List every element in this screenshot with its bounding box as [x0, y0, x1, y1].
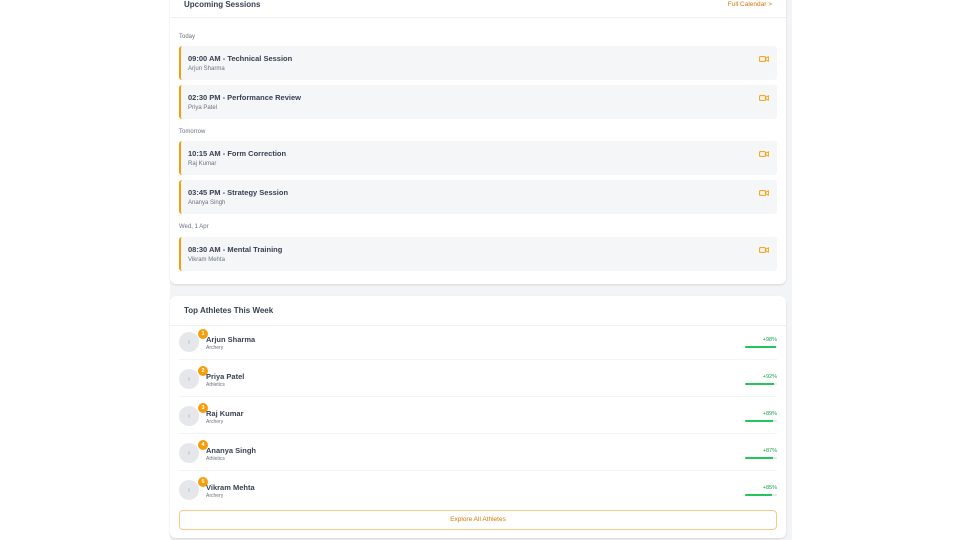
session-athlete: Vikram Mehta — [188, 257, 225, 263]
progress-fill — [745, 494, 773, 496]
athlete-name: Arjun Sharma — [206, 335, 256, 344]
athlete-score: +87% — [762, 448, 777, 454]
progress-track — [745, 494, 777, 496]
athlete-name: Raj Kumar — [206, 409, 244, 418]
progress-track — [745, 420, 777, 422]
sessions-card-title: Upcoming Sessions — [184, 0, 261, 9]
avatar-placeholder-icon — [188, 377, 190, 381]
session-group-label: Wed, 1 Apr — [179, 224, 209, 230]
session-item[interactable]: 03:45 PM - Strategy Session Ananya Singh — [179, 180, 777, 214]
progress-fill — [745, 457, 773, 459]
progress-fill — [745, 346, 777, 348]
athlete-name: Ananya Singh — [206, 446, 257, 455]
page: Upcoming Sessions Full Calendar > Today … — [0, 0, 960, 540]
session-title: 03:45 PM - Strategy Session — [188, 188, 289, 197]
avatar — [179, 369, 199, 389]
athlete-row[interactable]: 3 Raj Kumar Archery +89% — [179, 397, 777, 434]
full-calendar-link[interactable]: Full Calendar > — [728, 0, 772, 10]
athlete-sport: Athletics — [206, 382, 225, 388]
upcoming-sessions-card: Upcoming Sessions Full Calendar > Today … — [170, 0, 786, 284]
progress-track — [745, 457, 777, 459]
session-athlete: Arjun Sharma — [188, 66, 225, 72]
session-item[interactable]: 02:30 PM - Performance Review Priya Pate… — [179, 85, 777, 119]
avatar-placeholder-icon — [188, 414, 190, 418]
avatar-placeholder-icon — [188, 451, 190, 455]
avatar — [179, 332, 199, 352]
session-title: 10:15 AM - Form Correction — [188, 149, 287, 158]
session-athlete: Raj Kumar — [188, 161, 217, 167]
athlete-row[interactable]: 5 Vikram Mehta Archery +85% — [179, 471, 777, 508]
athlete-row[interactable]: 4 Ananya Singh Athletics +87% — [179, 434, 777, 471]
session-title: 08:30 AM - Mental Training — [188, 245, 283, 254]
avatar — [179, 406, 199, 426]
athlete-name: Priya Patel — [206, 372, 245, 381]
video-icon[interactable] — [759, 189, 769, 197]
athlete-score: +92% — [762, 374, 777, 380]
athlete-row[interactable]: 2 Priya Patel Athletics +92% — [179, 360, 777, 397]
athlete-name: Vikram Mehta — [206, 483, 255, 492]
athletes-card-title: Top Athletes This Week — [184, 306, 274, 315]
avatar-placeholder-icon — [188, 488, 190, 492]
session-title: 09:00 AM - Technical Session — [188, 54, 293, 63]
avatar — [179, 443, 199, 463]
session-item[interactable]: 10:15 AM - Form Correction Raj Kumar — [179, 141, 777, 175]
progress-fill — [745, 383, 775, 385]
session-group-label: Tomorrow — [179, 129, 206, 135]
video-icon[interactable] — [759, 55, 769, 63]
dashboard-column: Upcoming Sessions Full Calendar > Today … — [170, 0, 792, 540]
athlete-score: +85% — [762, 485, 777, 491]
athlete-sport: Athletics — [206, 456, 225, 462]
sessions-card-header: Upcoming Sessions Full Calendar > — [170, 0, 786, 18]
athlete-sport: Archery — [206, 493, 224, 499]
session-item[interactable]: 09:00 AM - Technical Session Arjun Sharm… — [179, 46, 777, 80]
progress-track — [745, 346, 777, 348]
session-title: 02:30 PM - Performance Review — [188, 93, 301, 102]
video-icon[interactable] — [759, 150, 769, 158]
athlete-score: +89% — [762, 411, 777, 417]
athletes-card-header: Top Athletes This Week — [170, 296, 786, 326]
athlete-score: +98% — [762, 337, 777, 343]
session-athlete: Priya Patel — [188, 105, 218, 111]
session-group-label: Today — [179, 34, 196, 40]
progress-fill — [745, 420, 774, 422]
athlete-row[interactable]: 1 Arjun Sharma Archery +98% — [179, 323, 777, 360]
session-item[interactable]: 08:30 AM - Mental Training Vikram Mehta — [179, 237, 777, 271]
progress-track — [745, 383, 777, 385]
video-icon[interactable] — [759, 246, 769, 254]
video-icon[interactable] — [759, 94, 769, 102]
session-athlete: Ananya Singh — [188, 200, 226, 206]
top-athletes-card: Top Athletes This Week 1 Arjun Sharma Ar… — [170, 296, 786, 538]
avatar-placeholder-icon — [188, 340, 190, 344]
athlete-sport: Archery — [206, 419, 224, 425]
explore-all-athletes-button[interactable]: Explore All Athletes — [179, 510, 777, 530]
athlete-sport: Archery — [206, 345, 224, 351]
avatar — [179, 480, 199, 500]
